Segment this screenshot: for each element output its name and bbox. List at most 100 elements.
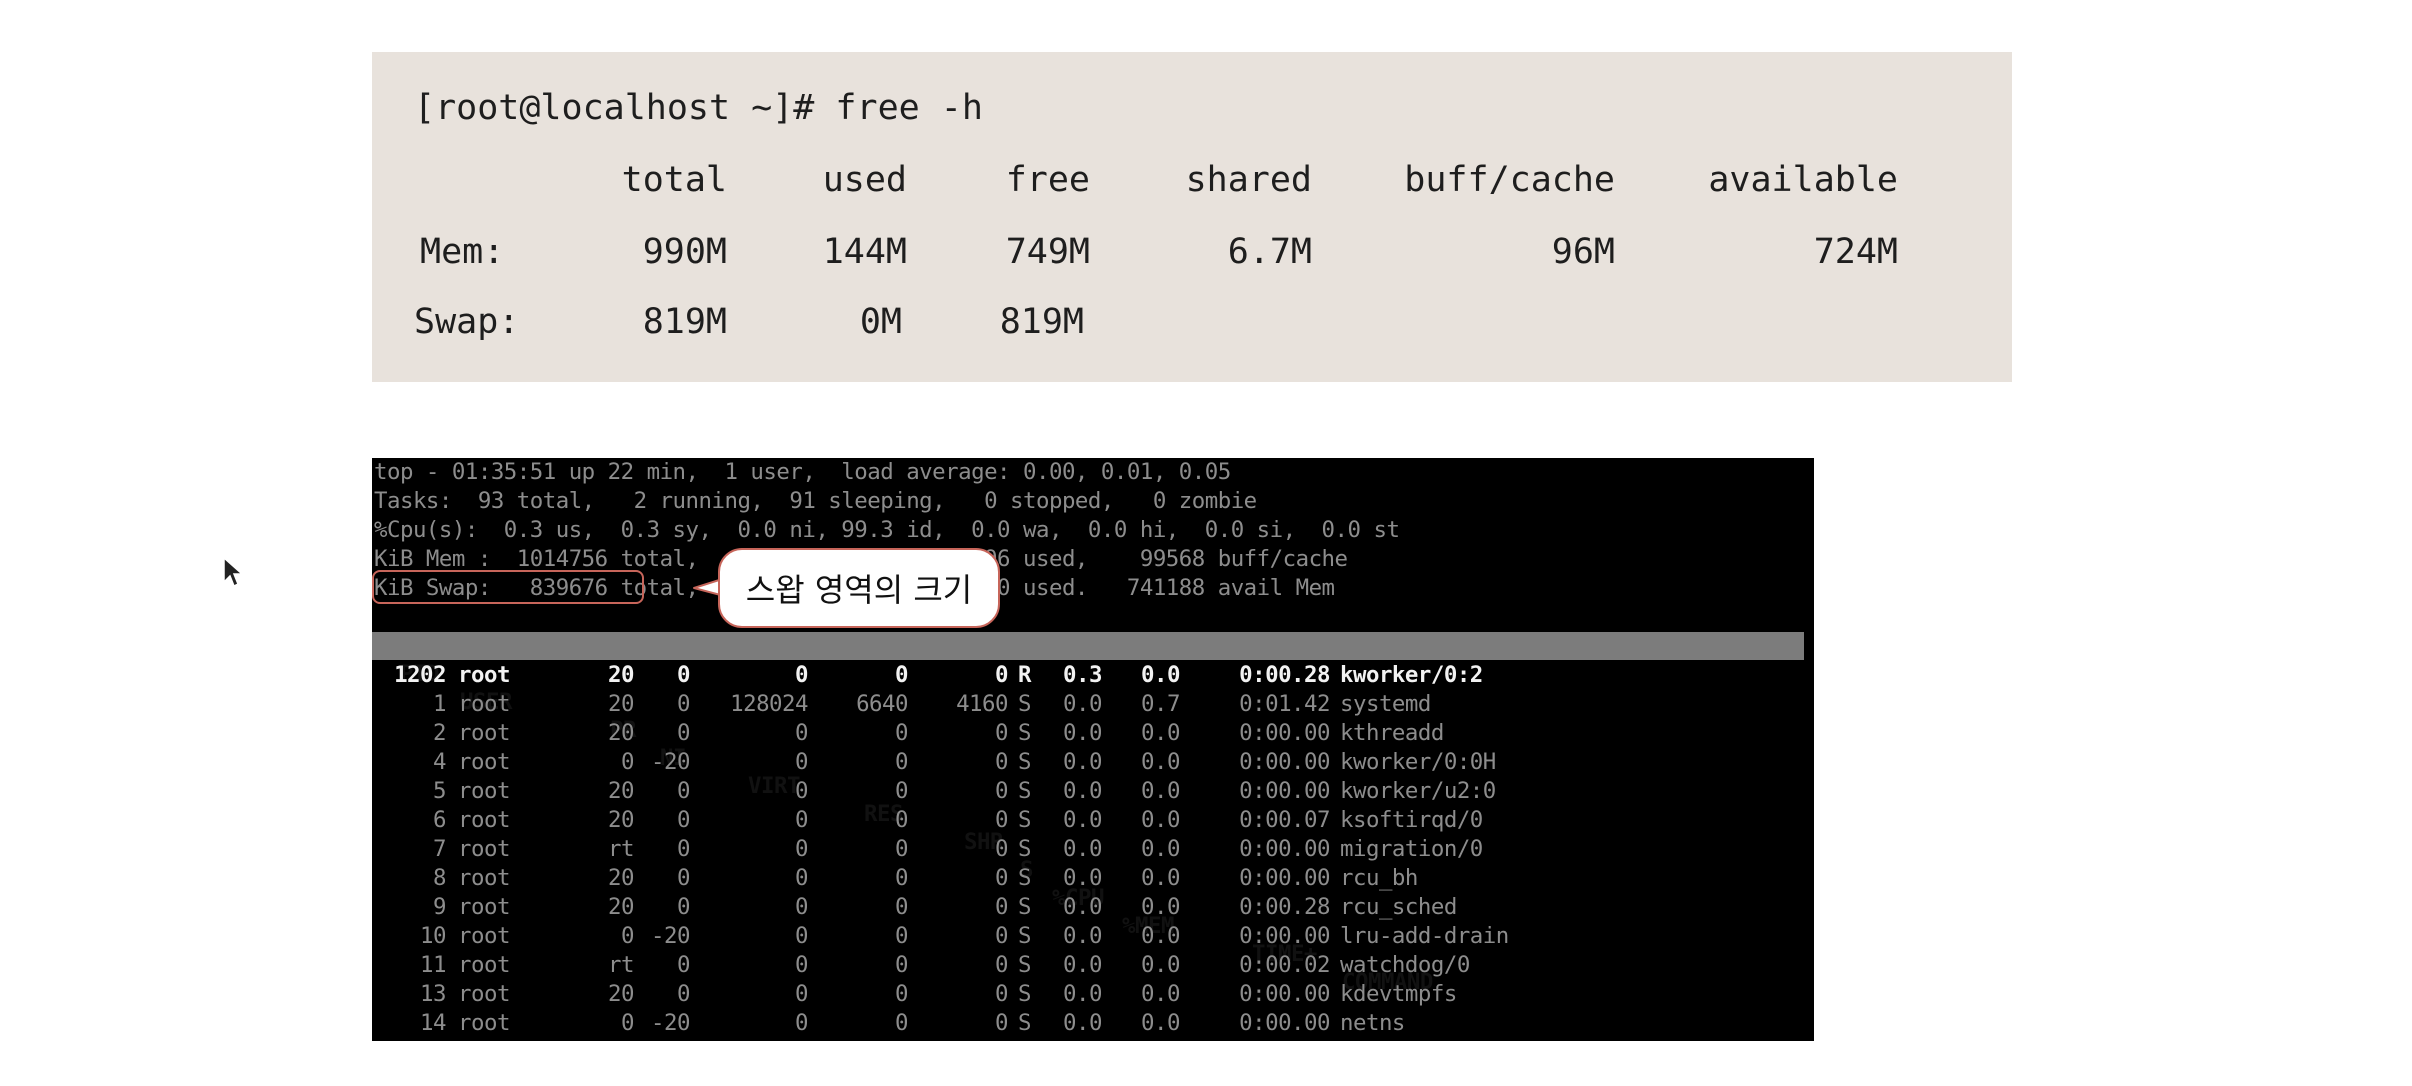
proc-res: 0	[895, 923, 908, 949]
proc-command: netns	[1340, 1010, 1405, 1036]
proc-state: S	[1018, 778, 1031, 804]
proc-cpu: 0.0	[1063, 923, 1102, 949]
proc-pr: 20	[608, 981, 634, 1007]
top-cpu-line: %Cpu(s): 0.3 us, 0.3 sy, 0.0 ni, 99.3 id…	[374, 517, 1400, 543]
proc-user: root	[458, 778, 510, 804]
proc-pid: 9	[433, 894, 446, 920]
proc-state: S	[1018, 749, 1031, 775]
proc-ni: 0	[677, 952, 690, 978]
proc-pr: rt	[608, 836, 634, 862]
proc-ni: -20	[651, 1010, 690, 1036]
process-row: 13 root 20 0 0 0 0 S 0.0 0.0 0:00.00 kdevtmpfs	[372, 980, 1814, 1009]
proc-res: 0	[895, 807, 908, 833]
proc-state: S	[1018, 1010, 1031, 1036]
proc-cpu: 0.0	[1063, 836, 1102, 862]
proc-time: 0:00.00	[1239, 923, 1330, 949]
proc-res: 0	[895, 836, 908, 862]
proc-virt: 128024	[730, 691, 808, 717]
proc-ni: -20	[651, 749, 690, 775]
process-row: 5 root 20 0 0 0 0 S 0.0 0.0 0:00.00 kworker/u2:0	[372, 777, 1814, 806]
proc-user: root	[458, 749, 510, 775]
proc-virt: 0	[795, 662, 808, 688]
proc-user: root	[458, 720, 510, 746]
proc-shr: 0	[995, 1010, 1008, 1036]
proc-shr: 4160	[956, 691, 1008, 717]
proc-time: 0:01.42	[1239, 691, 1330, 717]
swap-highlight-box	[372, 570, 644, 604]
proc-shr: 0	[995, 981, 1008, 1007]
proc-command: kdevtmpfs	[1340, 981, 1457, 1007]
proc-time: 0:00.00	[1239, 836, 1330, 862]
free-header-used: used	[822, 160, 907, 200]
proc-pr: 0	[621, 749, 634, 775]
proc-mem: 0.0	[1141, 952, 1180, 978]
free-mem-shared: 6.7M	[1227, 232, 1312, 272]
process-row: 10 root 0 -20 0 0 0 S 0.0 0.0 0:00.00 lru-add-drain	[372, 922, 1814, 951]
proc-pr: 20	[608, 691, 634, 717]
process-table-header-bar	[372, 632, 1804, 660]
process-row: 8 root 20 0 0 0 0 S 0.0 0.0 0:00.00 rcu_bh	[372, 864, 1814, 893]
proc-pid: 8	[433, 865, 446, 891]
process-row: 6 root 20 0 0 0 0 S 0.0 0.0 0:00.07 ksoftirqd/0	[372, 806, 1814, 835]
free-header-row: total used free shared buff/cache availa…	[372, 160, 2012, 208]
proc-mem: 0.0	[1141, 1010, 1180, 1036]
proc-time: 0:00.00	[1239, 1010, 1330, 1036]
proc-cpu: 0.0	[1063, 894, 1102, 920]
proc-virt: 0	[795, 865, 808, 891]
proc-mem: 0.0	[1141, 981, 1180, 1007]
proc-ni: -20	[651, 923, 690, 949]
proc-shr: 0	[995, 894, 1008, 920]
proc-mem: 0.0	[1141, 749, 1180, 775]
proc-pr: 20	[608, 865, 634, 891]
proc-cpu: 0.0	[1063, 952, 1102, 978]
proc-pid: 14	[420, 1010, 446, 1036]
proc-pr: 0	[621, 923, 634, 949]
proc-command: rcu_bh	[1340, 865, 1418, 891]
proc-user: root	[458, 1010, 510, 1036]
proc-ni: 0	[677, 981, 690, 1007]
proc-res: 0	[895, 749, 908, 775]
proc-time: 0:00.28	[1239, 894, 1330, 920]
free-swap-label: Swap:	[414, 302, 520, 342]
proc-cpu: 0.0	[1063, 749, 1102, 775]
proc-cpu: 0.0	[1063, 807, 1102, 833]
proc-virt: 0	[795, 720, 808, 746]
free-mem-buff-cache: 96M	[1551, 232, 1615, 272]
proc-user: root	[458, 894, 510, 920]
proc-pid: 2	[433, 720, 446, 746]
proc-virt: 0	[795, 952, 808, 978]
proc-virt: 0	[795, 1010, 808, 1036]
proc-mem: 0.7	[1141, 691, 1180, 717]
free-header-free: free	[1005, 160, 1090, 200]
proc-ni: 0	[677, 836, 690, 862]
proc-pid: 11	[420, 952, 446, 978]
proc-shr: 0	[995, 923, 1008, 949]
proc-res: 0	[895, 662, 908, 688]
proc-cpu: 0.0	[1063, 691, 1102, 717]
proc-command: ksoftirqd/0	[1340, 807, 1483, 833]
proc-command: lru-add-drain	[1340, 923, 1509, 949]
top-terminal: top - 01:35:51 up 22 min, 1 user, load a…	[372, 458, 1814, 1041]
proc-cpu: 0.3	[1063, 662, 1102, 688]
free-swap-used: 0M	[859, 302, 902, 342]
proc-virt: 0	[795, 923, 808, 949]
proc-command: kworker/0:2	[1340, 662, 1483, 688]
process-row: 7 root rt 0 0 0 0 S 0.0 0.0 0:00.00 migration/0	[372, 835, 1814, 864]
proc-state: S	[1018, 720, 1031, 746]
free-header-buff-cache: buff/cache	[1404, 160, 1615, 200]
process-row: 1 root 20 0 128024 6640 4160 S 0.0 0.7 0:01.42 syst…	[372, 690, 1814, 719]
proc-state: S	[1018, 836, 1031, 862]
swap-callout-bubble: 스왑 영역의 크기	[718, 548, 1000, 628]
proc-pid: 1202	[394, 662, 446, 688]
proc-virt: 0	[795, 894, 808, 920]
proc-pr: 20	[608, 894, 634, 920]
proc-state: S	[1018, 923, 1031, 949]
free-command-prompt: [root@localhost ~]# free -h	[414, 88, 983, 128]
proc-res: 0	[895, 981, 908, 1007]
swap-callout-text: 스왑 영역의 크기	[745, 571, 973, 609]
proc-shr: 0	[995, 749, 1008, 775]
proc-command: kthreadd	[1340, 720, 1444, 746]
proc-cpu: 0.0	[1063, 720, 1102, 746]
free-command-panel: [root@localhost ~]# free -h total used f…	[372, 52, 2012, 382]
proc-command: systemd	[1340, 691, 1431, 717]
